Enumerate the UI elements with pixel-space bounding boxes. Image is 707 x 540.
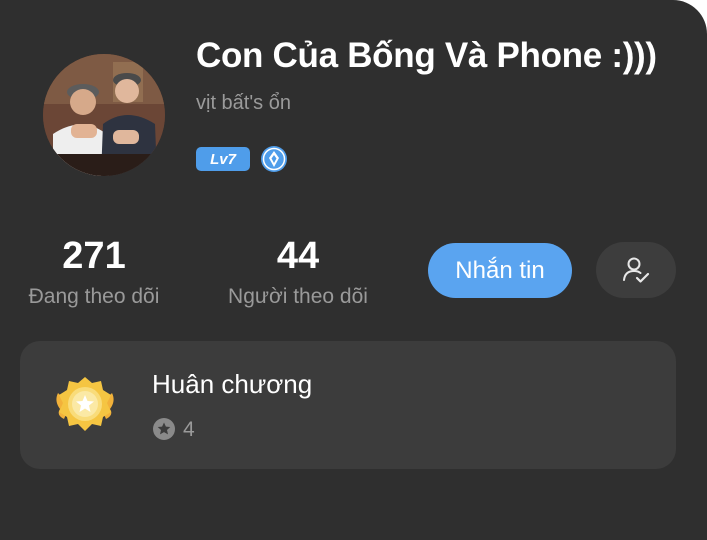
star-circle-icon (153, 418, 175, 440)
message-button[interactable]: Nhắn tin (428, 243, 572, 298)
verified-badge-icon (261, 146, 287, 172)
following-count: 271 (62, 235, 126, 277)
followers-count: 44 (276, 235, 320, 277)
avatar[interactable] (43, 54, 165, 176)
following-stat[interactable]: 271 Đang theo dõi (18, 232, 170, 312)
profile-card: Con Của Bống Và Phone :))) vịt bất's ổn … (0, 0, 707, 540)
follow-status-button[interactable] (596, 242, 676, 298)
followers-stat[interactable]: 44 Người theo dõi (215, 232, 381, 312)
medal-icon (56, 377, 114, 431)
medals-title: Huân chương (152, 369, 313, 399)
medals-section[interactable]: Huân chương 4 (20, 341, 676, 469)
username: vịt bất's ổn (196, 92, 291, 114)
following-label: Đang theo dõi (28, 285, 160, 308)
medals-count: 4 (183, 418, 195, 441)
followers-label: Người theo dõi (228, 285, 368, 308)
display-name: Con Của Bống Và Phone :))) (196, 36, 657, 75)
user-check-icon (623, 257, 650, 283)
level-badge: Lv7 (196, 147, 250, 171)
